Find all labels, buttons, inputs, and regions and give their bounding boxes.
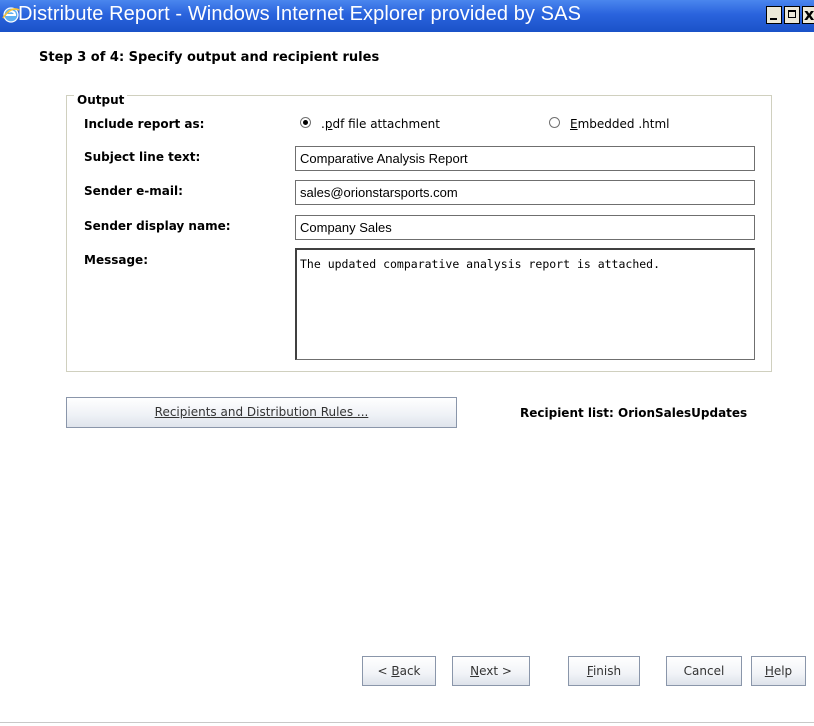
output-group-legend: Output: [74, 93, 128, 107]
maximize-button[interactable]: [784, 6, 800, 24]
close-icon: x: [804, 5, 814, 24]
recipients-distribution-rules-button[interactable]: Recipients and Distribution Rules ...: [66, 397, 457, 428]
back-button-prefix: <: [377, 664, 392, 678]
message-label: Message:: [84, 253, 148, 267]
subject-line-input[interactable]: Comparative Analysis Report: [295, 146, 755, 171]
next-button-mnemonic: N: [470, 664, 480, 678]
pdf-attachment-radio[interactable]: [300, 117, 311, 128]
cancel-button[interactable]: Cancel: [666, 656, 742, 686]
subject-line-label: Subject line text:: [84, 150, 201, 164]
window-titlebar[interactable]: Distribute Report - Windows Internet Exp…: [0, 0, 814, 32]
pdf-attachment-radio-label[interactable]: .pdf file attachment: [321, 117, 440, 131]
sender-email-input[interactable]: sales@orionstarsports.com: [295, 180, 755, 205]
finish-button[interactable]: Finish: [568, 656, 640, 686]
embedded-html-radio[interactable]: [549, 117, 560, 128]
help-button[interactable]: Help: [751, 656, 806, 686]
help-button-rest: elp: [773, 664, 793, 678]
back-button-mnemonic: B: [391, 664, 400, 678]
maximize-icon: [788, 10, 796, 18]
html-label-mnemonic: E: [570, 117, 578, 131]
pdf-label-rest: df file attachment: [332, 117, 440, 131]
next-button-rest: ext >: [479, 664, 512, 678]
sender-display-name-label: Sender display name:: [84, 219, 231, 233]
sender-display-name-input[interactable]: Company Sales: [295, 215, 755, 240]
finish-button-rest: inish: [592, 664, 622, 678]
html-label-rest: mbedded .html: [577, 117, 670, 131]
recipients-button-label: Recipients and Distribution Rules ...: [154, 405, 369, 419]
step-heading: Step 3 of 4: Specify output and recipien…: [39, 50, 380, 65]
next-button[interactable]: Next >: [452, 656, 530, 686]
sender-email-label: Sender e-mail:: [84, 184, 183, 198]
cancel-button-label: Cancel: [683, 664, 725, 678]
close-button[interactable]: x: [802, 5, 814, 24]
embedded-html-radio-label[interactable]: Embedded .html: [570, 117, 669, 131]
minimize-icon: [770, 18, 777, 20]
bottom-divider: [0, 722, 814, 723]
window-title: Distribute Report - Windows Internet Exp…: [18, 3, 582, 25]
back-button-rest: ack: [399, 664, 421, 678]
back-button[interactable]: < Back: [362, 656, 436, 686]
help-button-mnemonic: H: [764, 664, 774, 678]
include-report-label: Include report as:: [84, 117, 205, 131]
recipient-list-text: Recipient list: OrionSalesUpdates: [520, 406, 748, 420]
message-textarea[interactable]: The updated comparative analysis report …: [295, 248, 755, 360]
minimize-button[interactable]: [766, 6, 782, 24]
